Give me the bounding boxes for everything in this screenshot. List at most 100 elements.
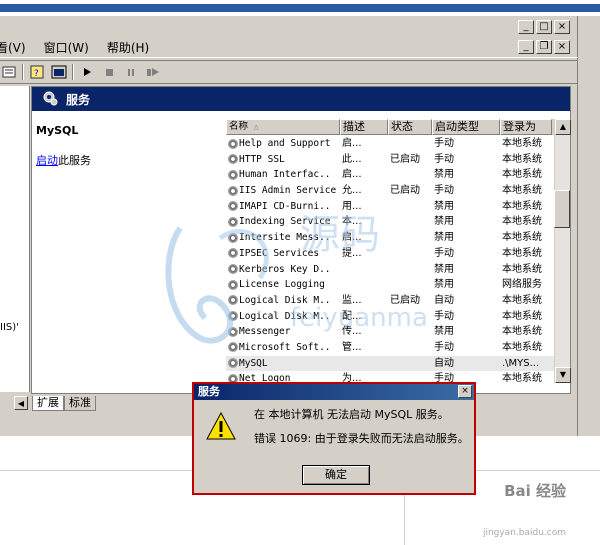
cell-startup: 禁用 [434, 326, 454, 338]
cell-desc: 启... [342, 169, 362, 181]
ok-button[interactable]: 确定 [302, 465, 370, 485]
cell-logon: 本地系统 [502, 373, 542, 385]
svg-text:?: ? [34, 69, 39, 79]
selected-service-name: MySQL [36, 124, 79, 137]
tab-standard[interactable]: 标准 [64, 396, 96, 411]
cell-status [388, 167, 432, 183]
close-button[interactable]: × [554, 20, 570, 34]
cell-startup: 禁用 [434, 216, 454, 228]
cell-logon: 本地系统 [502, 169, 542, 181]
properties-icon[interactable] [0, 63, 18, 81]
cell-startup: 禁用 [434, 169, 454, 181]
column-header-status[interactable]: 状态 [388, 119, 432, 135]
service-gear-icon [228, 358, 238, 369]
cell-logon: 本地系统 [502, 310, 542, 322]
toolbar: ? [0, 60, 578, 84]
cell-name: IIS Admin Service [226, 183, 340, 199]
stop-icon[interactable] [100, 63, 118, 81]
menu-window[interactable]: 窗口(W) [44, 39, 89, 56]
service-name-text: HTTP SSL [239, 153, 285, 165]
toolbar-separator [22, 64, 24, 80]
error-dialog: 服务 × 在 本地计算机 无法启动 MySQL 服务。 错误 1069: 由于登… [192, 382, 476, 495]
column-header-startup-type[interactable]: 启动类型 [432, 119, 500, 135]
table-row[interactable]: Help and Support 启... 手动 本地系统 [226, 136, 554, 152]
cell-startup: 手动 [434, 185, 454, 197]
cell-logon: 本地系统 [502, 153, 542, 165]
cell-name: HTTP SSL [226, 152, 340, 168]
toolbar-separator-2 [72, 64, 74, 80]
table-row[interactable]: IIS Admin Service 允... 已启动 手动 本地系统 [226, 183, 554, 199]
service-name-text: MySQL [239, 357, 268, 369]
cell-logon: 本地系统 [502, 294, 542, 306]
inner-window-controls: _ ❐ × [518, 40, 570, 54]
cell-logon: 本地系统 [502, 138, 542, 149]
window-edge [578, 16, 600, 436]
column-header-description[interactable]: 描述 [340, 119, 388, 135]
inner-close-button[interactable]: × [554, 40, 570, 54]
watermark-logo: 源码 feiyuanma [165, 212, 428, 344]
scroll-left-button[interactable]: ◀ [14, 396, 28, 410]
dialog-message-error: 错误 1069: 由于登录失败而无法启动服务。 [254, 432, 469, 445]
cell-startup: 禁用 [434, 263, 454, 275]
baidu-logo: Bai 经验 [504, 482, 566, 500]
cell-startup: 禁用 [434, 232, 454, 244]
cell-startup: 自动 [434, 357, 454, 369]
column-header-logon[interactable]: 登录为 [500, 119, 552, 135]
cell-name: Human Interfac.. [226, 167, 340, 183]
minimize-button[interactable]: _ [518, 20, 534, 34]
service-gear-icon [228, 138, 238, 149]
inner-restore-button[interactable]: ❐ [536, 40, 552, 54]
scroll-thumb[interactable] [554, 190, 570, 228]
dialog-title[interactable]: 服务 [194, 384, 474, 400]
cell-startup: 手动 [434, 310, 454, 322]
view-tabs: 扩展 标准 [32, 395, 96, 411]
outer-window-controls: _ □ × [518, 20, 570, 34]
start-service-link[interactable]: 启动 [36, 154, 58, 167]
menu-help[interactable]: 帮助(H) [107, 39, 149, 56]
vertical-scrollbar[interactable]: ▲ ▼ [554, 119, 571, 383]
cell-startup: 自动 [434, 294, 454, 306]
left-tree-pane [0, 86, 30, 392]
console-icon[interactable] [50, 63, 68, 81]
start-service-suffix: 此服务 [58, 154, 91, 167]
table-row[interactable]: HTTP SSL 此... 已启动 手动 本地系统 [226, 152, 554, 168]
dialog-message-primary: 在 本地计算机 无法启动 MySQL 服务。 [254, 408, 449, 421]
scroll-down-button[interactable]: ▼ [555, 367, 571, 383]
inner-minimize-button[interactable]: _ [518, 40, 534, 54]
baidu-url: jingyan.baidu.com [482, 528, 566, 538]
pause-icon[interactable] [122, 63, 140, 81]
cell-status: 已启动 [390, 153, 420, 165]
cell-startup: 手动 [434, 138, 454, 149]
cell-logon: 网络服务 [502, 279, 542, 291]
play-icon[interactable] [78, 63, 96, 81]
table-header: 名称 △ 描述 状态 启动类型 登录为 [226, 119, 554, 135]
menu-view[interactable]: 查看(V) [0, 39, 26, 56]
warning-icon [206, 412, 236, 440]
cell-logon: 本地系统 [502, 200, 542, 212]
cell-logon: 本地系统 [502, 185, 542, 197]
services-banner: 服务 [32, 87, 570, 111]
help-book-icon[interactable]: ? [28, 63, 46, 81]
scroll-up-button[interactable]: ▲ [555, 119, 571, 135]
tab-extended[interactable]: 扩展 [32, 396, 64, 411]
table-row[interactable]: Human Interfac.. 启... 禁用 本地系统 [226, 167, 554, 183]
cell-name: Help and Support [226, 136, 340, 152]
tree-item-truncated[interactable]: IIS)' [0, 322, 19, 333]
service-gear-icon [228, 154, 238, 165]
cell-logon: 本地系统 [502, 341, 542, 353]
cell-startup: 禁用 [434, 200, 454, 212]
column-header-name[interactable]: 名称 △ [226, 119, 340, 135]
cell-startup: 手动 [434, 341, 454, 353]
services-gear-icon [42, 90, 58, 109]
banner-title: 服务 [66, 92, 91, 107]
cell-logon: 本地系统 [502, 232, 542, 244]
svg-text:源码: 源码 [300, 212, 380, 258]
cell-startup: 手动 [434, 153, 454, 165]
restore-button[interactable]: □ [536, 20, 552, 34]
service-gear-icon [228, 185, 238, 196]
restart-icon[interactable] [144, 63, 162, 81]
dialog-close-button[interactable]: × [458, 385, 472, 398]
cell-logon: .\MYS... [502, 357, 540, 369]
cell-logon: 本地系统 [502, 216, 542, 228]
cell-status [388, 136, 432, 152]
